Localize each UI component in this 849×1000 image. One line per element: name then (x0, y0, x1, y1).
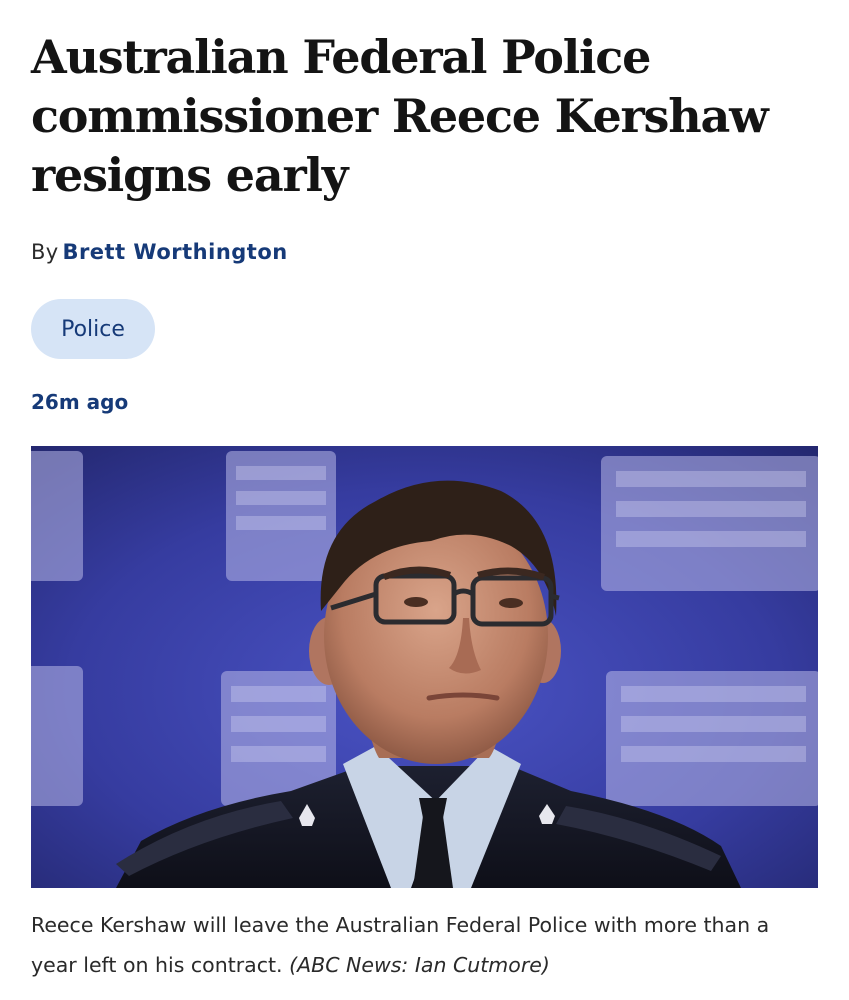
topic-tag-police[interactable]: Police (31, 299, 155, 359)
article-hero-image[interactable] (31, 446, 818, 888)
byline-prefix: By (31, 240, 59, 264)
article-headline: Australian Federal Police commissioner R… (31, 30, 769, 202)
published-timestamp: 26m ago (31, 390, 129, 414)
byline: By Brett Worthington (31, 240, 288, 264)
photo-caption: Reece Kershaw will leave the Australian … (31, 905, 821, 985)
photo-credit: (ABC News: Ian Cutmore) (289, 953, 550, 977)
author-link[interactable]: Brett Worthington (62, 240, 287, 264)
hero-photo-illustration (31, 446, 818, 888)
